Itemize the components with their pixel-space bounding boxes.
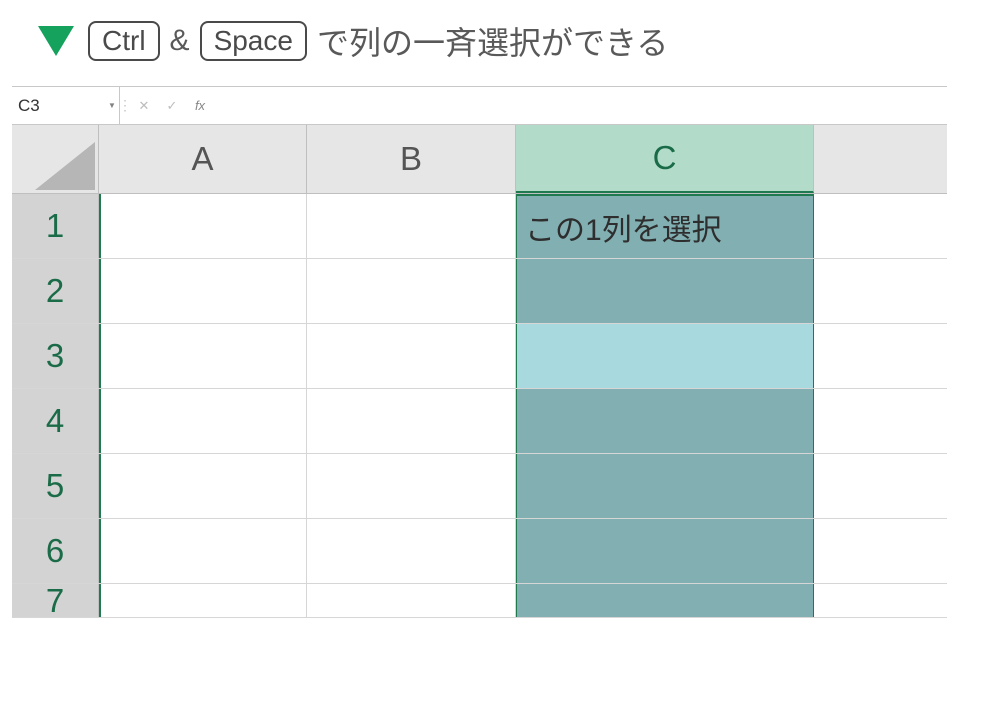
cell-D4[interactable] [814, 389, 947, 453]
row-header-7[interactable]: 7 [12, 584, 99, 617]
cell-A3[interactable] [99, 324, 307, 388]
row-header-4[interactable]: 4 [12, 389, 99, 453]
cell-A2[interactable] [99, 259, 307, 323]
row-header-6[interactable]: 6 [12, 519, 99, 583]
select-all-corner[interactable] [12, 125, 99, 193]
grid: A B C 1 この1列を選択 2 3 4 [12, 125, 947, 618]
confirm-icon[interactable]: ✓ [158, 98, 186, 114]
instruction-label: Ctrl & Space で列の一斉選択ができる [0, 0, 985, 78]
name-box[interactable]: C3 ▼ [12, 87, 120, 124]
cell-D2[interactable] [814, 259, 947, 323]
cell-B7[interactable] [307, 584, 516, 617]
row-7: 7 [12, 584, 947, 618]
separator: ⋮ [120, 87, 130, 124]
cell-B6[interactable] [307, 519, 516, 583]
cell-A7[interactable] [99, 584, 307, 617]
cell-C4[interactable] [516, 389, 814, 453]
cell-D5[interactable] [814, 454, 947, 518]
name-box-value: C3 [12, 96, 105, 116]
row-3: 3 [12, 324, 947, 389]
cell-D1[interactable] [814, 194, 947, 258]
cancel-icon[interactable]: ✕ [130, 98, 158, 114]
cell-B2[interactable] [307, 259, 516, 323]
row-header-1[interactable]: 1 [12, 194, 99, 258]
cell-C2[interactable] [516, 259, 814, 323]
formula-input[interactable] [214, 87, 947, 124]
formula-buttons: ✕ ✓ fx [130, 87, 214, 124]
spreadsheet: C3 ▼ ⋮ ✕ ✓ fx A B C 1 この1列を選択 2 [12, 86, 947, 618]
cell-B4[interactable] [307, 389, 516, 453]
fx-icon[interactable]: fx [186, 98, 214, 113]
cell-A5[interactable] [99, 454, 307, 518]
row-4: 4 [12, 389, 947, 454]
cell-D7[interactable] [814, 584, 947, 617]
cell-C3[interactable] [516, 324, 814, 388]
cell-B1[interactable] [307, 194, 516, 258]
cell-C6[interactable] [516, 519, 814, 583]
row-1: 1 この1列を選択 [12, 194, 947, 259]
cell-A6[interactable] [99, 519, 307, 583]
formula-bar-row: C3 ▼ ⋮ ✕ ✓ fx [12, 87, 947, 125]
cell-D6[interactable] [814, 519, 947, 583]
column-header-A[interactable]: A [99, 125, 307, 193]
cell-B5[interactable] [307, 454, 516, 518]
column-header-C[interactable]: C [516, 125, 814, 193]
row-5: 5 [12, 454, 947, 519]
ampersand: & [170, 24, 190, 58]
row-header-3[interactable]: 3 [12, 324, 99, 388]
cell-C7[interactable] [516, 584, 814, 617]
row-6: 6 [12, 519, 947, 584]
column-headers: A B C [12, 125, 947, 194]
cell-A4[interactable] [99, 389, 307, 453]
cell-A1[interactable] [99, 194, 307, 258]
chevron-down-icon[interactable]: ▼ [105, 101, 119, 110]
key-ctrl: Ctrl [88, 21, 160, 61]
row-2: 2 [12, 259, 947, 324]
cell-C1[interactable]: この1列を選択 [516, 194, 814, 258]
column-header-B[interactable]: B [307, 125, 516, 193]
key-space: Space [200, 21, 307, 61]
triangle-down-icon [38, 26, 74, 56]
row-header-2[interactable]: 2 [12, 259, 99, 323]
row-header-5[interactable]: 5 [12, 454, 99, 518]
cell-B3[interactable] [307, 324, 516, 388]
cell-C5[interactable] [516, 454, 814, 518]
column-header-D[interactable] [814, 125, 947, 193]
cell-D3[interactable] [814, 324, 947, 388]
instruction-text: で列の一斉選択ができる [317, 18, 668, 64]
